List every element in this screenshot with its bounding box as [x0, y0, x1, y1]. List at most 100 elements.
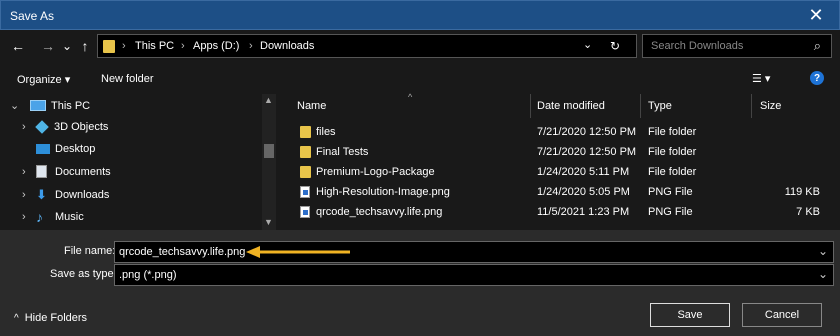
- column-header-row: ^ Name Date modified Type Size: [282, 92, 840, 118]
- file-type: File folder: [648, 126, 697, 138]
- cube-icon: [35, 120, 49, 134]
- view-options-button[interactable]: ☰ ▾: [752, 72, 770, 85]
- tree-item-documents[interactable]: › Documents: [22, 165, 111, 178]
- tree-item-downloads[interactable]: › ⬇ Downloads: [22, 187, 109, 203]
- chevron-right-icon[interactable]: ›: [22, 189, 36, 201]
- file-type: PNG File: [648, 206, 693, 218]
- music-note-icon: ♪: [36, 209, 43, 225]
- scroll-up-icon[interactable]: ▲: [264, 95, 273, 105]
- column-header-type[interactable]: Type: [648, 100, 672, 112]
- save-button[interactable]: Save: [650, 303, 730, 327]
- tree-item-label: Downloads: [55, 189, 110, 201]
- address-dropdown-icon[interactable]: ⌄: [583, 38, 592, 51]
- close-icon: ✕: [808, 5, 824, 25]
- tree-item-desktop[interactable]: Desktop: [22, 143, 95, 155]
- file-size: 7 KB: [796, 206, 820, 218]
- file-row[interactable]: files 7/21/2020 12:50 PM File folder: [282, 122, 840, 142]
- hide-folders-button[interactable]: ^ Hide Folders: [14, 312, 87, 324]
- folder-icon: [300, 126, 311, 138]
- search-box[interactable]: Search Downloads ⌕: [642, 34, 832, 58]
- chevron-down-icon[interactable]: ⌄: [10, 99, 24, 112]
- file-name: qrcode_techsavvy.life.png: [316, 206, 443, 218]
- organize-button[interactable]: Organize ▾: [17, 73, 70, 86]
- file-row[interactable]: Final Tests 7/21/2020 12:50 PM File fold…: [282, 142, 840, 162]
- navigation-bar: ← → ⌄ ↑ › This PC › Apps (D:) › Download…: [0, 30, 840, 62]
- breadcrumb-separator: ›: [181, 40, 185, 52]
- chevron-down-icon[interactable]: ⌄: [818, 267, 828, 281]
- back-arrow-icon: ←: [11, 38, 25, 54]
- column-header-date-modified[interactable]: Date modified: [537, 100, 605, 112]
- file-name: High-Resolution-Image.png: [316, 186, 450, 198]
- window-title: Save As: [10, 9, 55, 23]
- documents-icon: [36, 165, 47, 178]
- breadcrumb-separator: ›: [249, 40, 253, 52]
- chevron-down-icon[interactable]: ⌄: [818, 244, 828, 258]
- save-as-type-select[interactable]: .png (*.png) ⌄: [114, 264, 834, 286]
- scrollbar-thumb[interactable]: [264, 144, 274, 158]
- folder-icon: [103, 40, 115, 53]
- navigation-pane: ⌄ This PC › 3D Objects Desktop › Documen…: [0, 94, 282, 230]
- up-arrow-icon: ↑: [81, 38, 89, 54]
- tree-item-3d-objects[interactable]: › 3D Objects: [22, 120, 109, 134]
- sort-ascending-icon: ^: [408, 92, 413, 102]
- chevron-right-icon[interactable]: ›: [22, 121, 36, 133]
- column-divider[interactable]: [751, 94, 752, 118]
- tree-item-label: Documents: [55, 165, 111, 178]
- file-name-input[interactable]: qrcode_techsavvy.life.png ⌄: [114, 241, 834, 263]
- cancel-button-label: Cancel: [764, 309, 800, 321]
- up-button[interactable]: ↑: [76, 36, 94, 56]
- hide-folders-label: Hide Folders: [24, 312, 88, 324]
- file-date: 1/24/2020 5:05 PM: [537, 186, 630, 198]
- back-button[interactable]: ←: [8, 36, 28, 56]
- chevron-right-icon[interactable]: ›: [22, 211, 36, 223]
- tree-item-label: 3D Objects: [54, 121, 109, 133]
- download-arrow-icon: ⬇: [36, 187, 47, 202]
- save-as-type-label: Save as type:: [50, 268, 117, 280]
- image-file-icon: [300, 206, 310, 218]
- forward-button[interactable]: →: [38, 36, 58, 56]
- refresh-icon[interactable]: ↻: [610, 39, 620, 53]
- file-name-label: File name:: [64, 245, 116, 257]
- column-divider[interactable]: [640, 94, 641, 118]
- save-as-type-value: .png (*.png): [119, 269, 177, 281]
- breadcrumb-this-pc[interactable]: This PC: [135, 40, 174, 52]
- help-icon[interactable]: ?: [810, 71, 824, 85]
- save-form: File name: qrcode_techsavvy.life.png ⌄ S…: [0, 230, 840, 336]
- recent-locations-button[interactable]: ⌄: [60, 36, 74, 56]
- column-header-name[interactable]: Name: [297, 100, 326, 112]
- breadcrumb-apps-d[interactable]: Apps (D:): [193, 40, 239, 52]
- file-row[interactable]: qrcode_techsavvy.life.png 11/5/2021 1:23…: [282, 202, 840, 222]
- file-name: Final Tests: [316, 146, 369, 158]
- new-folder-button[interactable]: New folder: [101, 73, 154, 85]
- column-header-size[interactable]: Size: [760, 100, 781, 112]
- file-type: File folder: [648, 146, 697, 158]
- title-bar: Save As ✕: [0, 0, 840, 30]
- folder-icon: [300, 146, 311, 158]
- column-divider[interactable]: [530, 94, 531, 118]
- cancel-button[interactable]: Cancel: [742, 303, 822, 327]
- scroll-down-icon[interactable]: ▼: [264, 217, 273, 227]
- desktop-icon: [36, 144, 50, 154]
- file-list-pane: ^ Name Date modified Type Size files 7/2…: [282, 92, 840, 230]
- file-date: 1/24/2020 5:11 PM: [537, 166, 630, 178]
- close-button[interactable]: ✕: [793, 1, 839, 30]
- address-bar[interactable]: › This PC › Apps (D:) › Downloads ⌄ ↻: [97, 34, 637, 58]
- search-placeholder: Search Downloads: [651, 40, 744, 52]
- file-name: Premium-Logo-Package: [316, 166, 435, 178]
- tree-item-label: Desktop: [55, 143, 96, 155]
- file-date: 7/21/2020 12:50 PM: [537, 126, 637, 138]
- save-button-label: Save: [677, 309, 703, 321]
- file-row[interactable]: Premium-Logo-Package 1/24/2020 5:11 PM F…: [282, 162, 840, 182]
- chevron-right-icon[interactable]: ›: [22, 166, 36, 178]
- navigation-pane-scrollbar[interactable]: ▲ ▼: [262, 94, 276, 230]
- tree-item-label: Music: [55, 211, 84, 223]
- file-name: files: [316, 126, 336, 138]
- file-type: PNG File: [648, 186, 693, 198]
- tree-item-this-pc[interactable]: ⌄ This PC: [10, 99, 90, 113]
- file-row[interactable]: High-Resolution-Image.png 1/24/2020 5:05…: [282, 182, 840, 202]
- file-size: 119 KB: [784, 186, 820, 198]
- tree-item-music[interactable]: › ♪ Music: [22, 209, 84, 225]
- file-date: 11/5/2021 1:23 PM: [537, 206, 630, 218]
- breadcrumb-downloads[interactable]: Downloads: [260, 40, 314, 52]
- file-type: File folder: [648, 166, 697, 178]
